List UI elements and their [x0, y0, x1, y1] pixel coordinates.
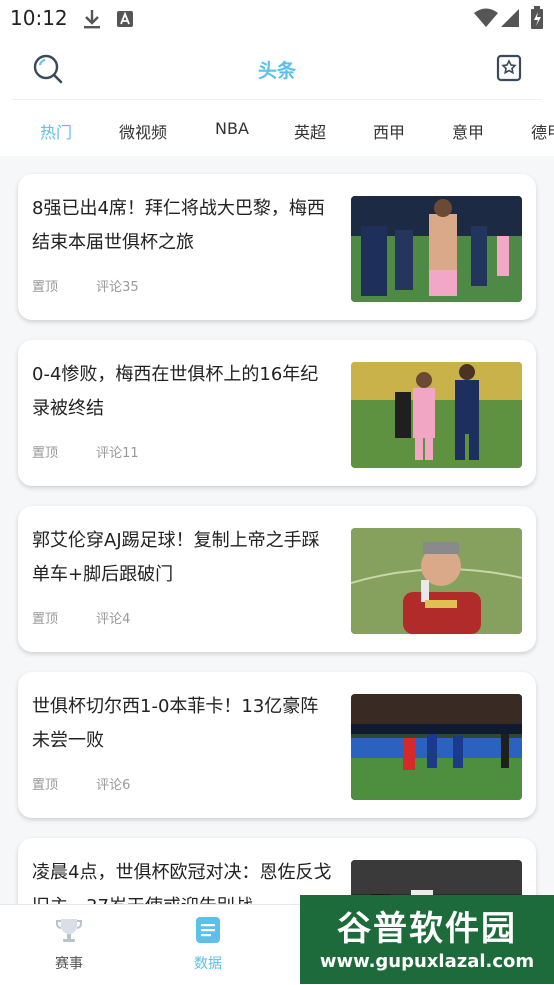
news-thumbnail: [351, 196, 522, 302]
news-thumbnail: [351, 694, 522, 800]
watermark-url: www.gupuxlazal.com: [319, 951, 535, 972]
news-meta: 置顶 评论4: [32, 608, 164, 627]
news-card[interactable]: 8强已出4席！拜仁将战大巴黎，梅西结束本届世俱杯之旅 置顶 评论35: [18, 174, 536, 320]
comment-count: 评论4: [96, 612, 131, 627]
pinned-label: 置顶: [32, 612, 59, 627]
status-time: 10:12: [10, 6, 68, 30]
news-title: 郭艾伦穿AJ踢足球！复制上帝之手踩单车+脚后跟破门: [32, 530, 320, 585]
comment-count: 评论6: [96, 778, 131, 793]
news-title: 0-4惨败，梅西在世俱杯上的16年纪录被终结: [32, 364, 319, 419]
tab-premier-league[interactable]: 英超: [294, 119, 326, 143]
news-title: 世俱杯切尔西1-0本菲卡！13亿豪阵未尝一败: [32, 696, 319, 751]
data-icon: [196, 917, 220, 943]
tab-micro-video[interactable]: 微视频: [119, 119, 167, 143]
download-icon: [82, 8, 102, 34]
app-notification-icon: [116, 10, 134, 32]
nav-label-data: 数据: [194, 956, 222, 972]
news-title: 8强已出4席！拜仁将战大巴黎，梅西结束本届世俱杯之旅: [32, 198, 325, 253]
comment-count: 评论11: [96, 446, 139, 461]
news-card[interactable]: 世俱杯切尔西1-0本菲卡！13亿豪阵未尝一败 置顶 评论6: [18, 672, 536, 818]
bookmark-star-icon: [496, 54, 522, 82]
tab-nba[interactable]: NBA: [215, 119, 249, 138]
watermark-text: 谷普软件园: [337, 909, 517, 949]
app-header: 头条: [0, 38, 554, 100]
news-thumbnail: [351, 528, 522, 634]
pinned-label: 置顶: [32, 280, 59, 295]
nav-data[interactable]: 数据: [168, 915, 248, 973]
comment-count: 评论35: [96, 280, 139, 295]
tab-serie-a[interactable]: 意甲: [452, 119, 484, 143]
news-title: 凌晨4点，世俱杯欧冠对决：恩佐反戈旧主，37岁天使或迎告别战: [32, 862, 332, 904]
news-feed[interactable]: 8强已出4席！拜仁将战大巴黎，梅西结束本届世俱杯之旅 置顶 评论35 0-4惨败…: [0, 156, 554, 904]
watermark-logo: 谷普软件园 www.gupuxlazal.com: [300, 895, 554, 984]
tab-bundesliga[interactable]: 德甲: [531, 119, 554, 143]
favorite-button[interactable]: [494, 52, 528, 86]
news-meta: 置顶 评论11: [32, 442, 173, 461]
page-title: 头条: [257, 60, 296, 82]
status-bar: 10:12: [0, 0, 554, 38]
battery-icon: [530, 6, 544, 34]
news-thumbnail: [351, 362, 522, 468]
tab-hot[interactable]: 热门: [40, 119, 72, 143]
trophy-icon: [56, 919, 82, 942]
tab-la-liga[interactable]: 西甲: [373, 119, 405, 143]
nav-events[interactable]: 赛事: [29, 915, 109, 973]
wifi-icon: [474, 8, 498, 32]
nav-label-events: 赛事: [55, 956, 83, 972]
pinned-label: 置顶: [32, 778, 59, 793]
news-card[interactable]: 0-4惨败，梅西在世俱杯上的16年纪录被终结 置顶 评论11: [18, 340, 536, 486]
news-meta: 置顶 评论35: [32, 276, 173, 295]
news-meta: 置顶 评论6: [32, 774, 164, 793]
news-card[interactable]: 郭艾伦穿AJ踢足球！复制上帝之手踩单车+脚后跟破门 置顶 评论4: [18, 506, 536, 652]
pinned-label: 置顶: [32, 446, 59, 461]
signal-icon: [500, 8, 520, 32]
category-tabs: 热门 微视频 NBA 英超 西甲 意甲 德甲: [0, 100, 554, 156]
